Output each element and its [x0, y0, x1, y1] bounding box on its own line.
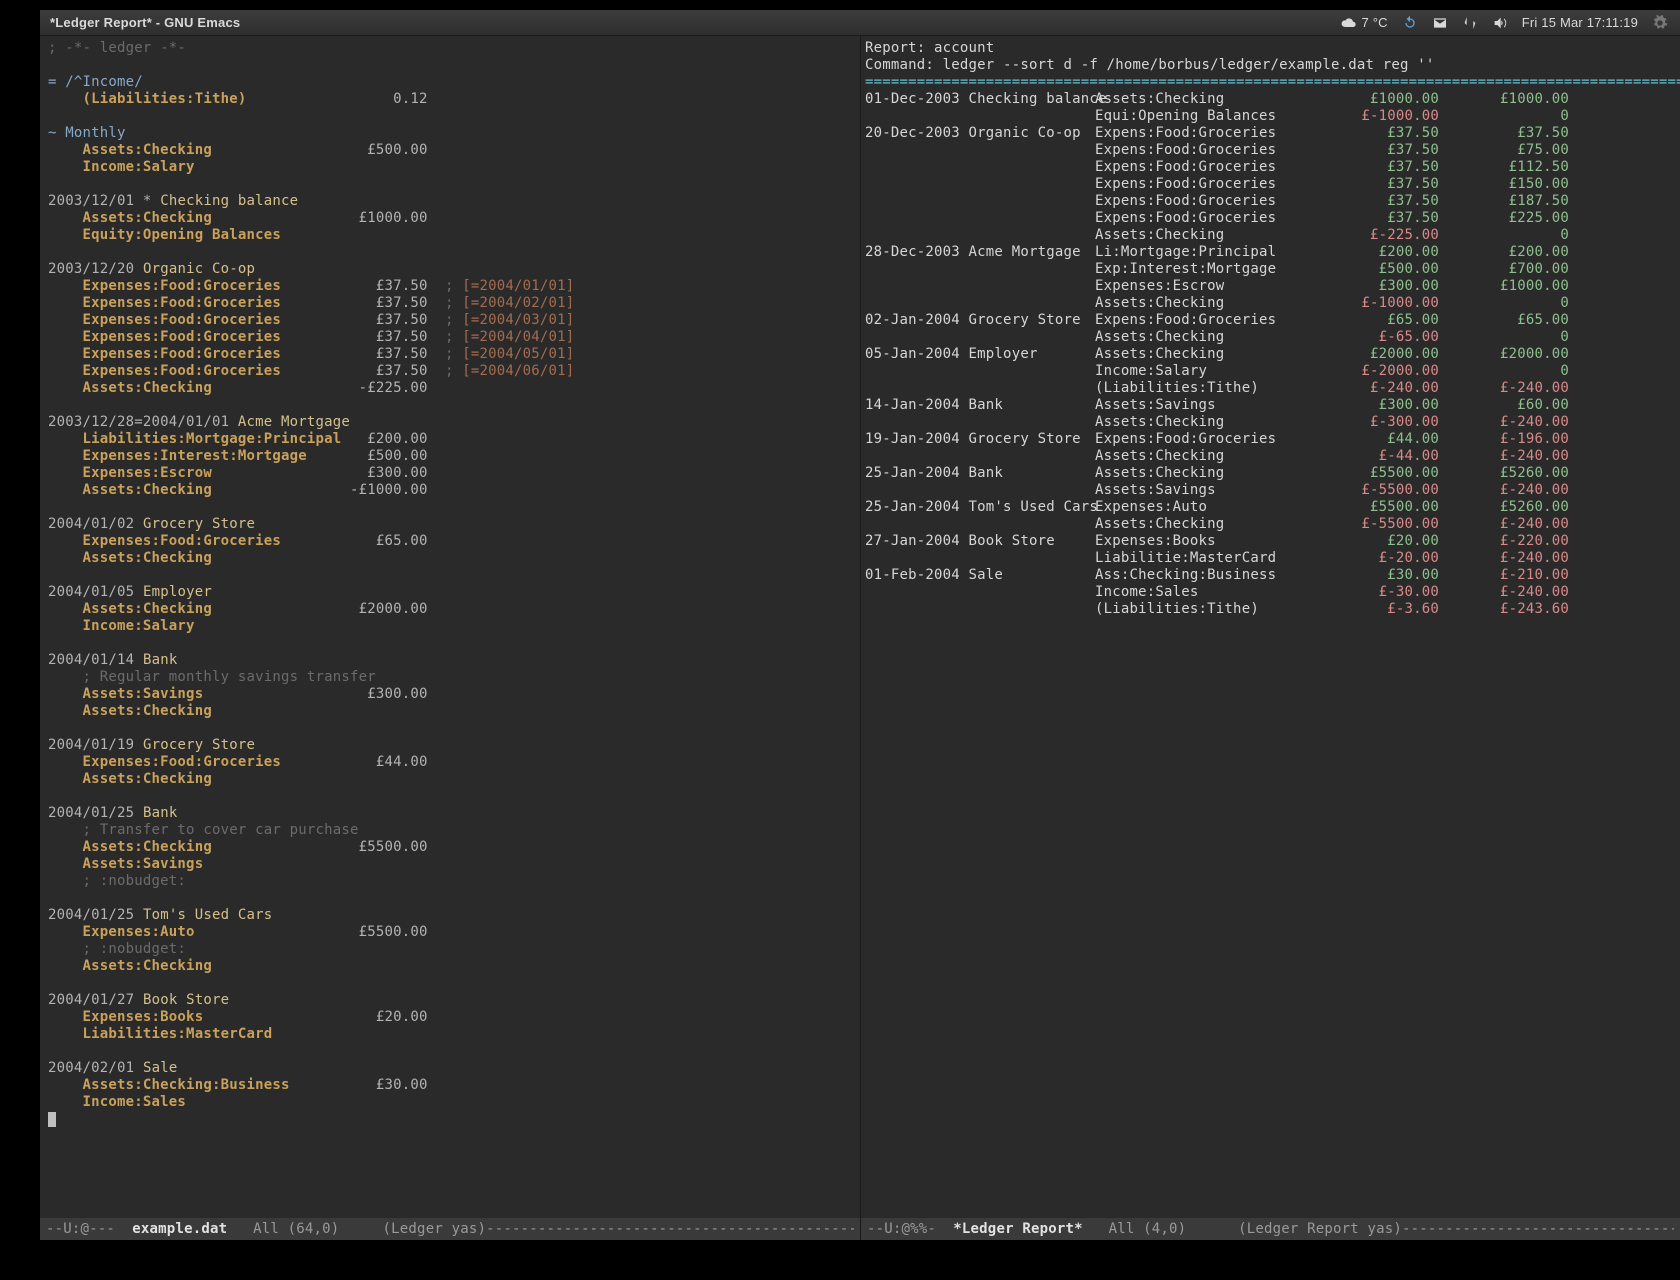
ledger-report-buffer[interactable]: Report: account Command: ledger --sort d… [861, 36, 1680, 622]
right-pane[interactable]: Report: account Command: ledger --sort d… [860, 36, 1680, 1240]
report-row: Assets:Checking£-300.00£-240.00 [865, 414, 1674, 431]
window-titlebar: *Ledger Report* - GNU Emacs 7 °C Fri 15 … [40, 10, 1680, 36]
settings-gear-icon[interactable] [1652, 15, 1668, 31]
network-icon[interactable] [1462, 15, 1478, 31]
text-cursor [48, 1112, 56, 1127]
system-tray: 7 °C Fri 15 Mar 17:11:19 [1341, 15, 1680, 31]
report-row: Income:Sales£-30.00£-240.00 [865, 584, 1674, 601]
report-row: Assets:Checking£-44.00£-240.00 [865, 448, 1674, 465]
report-row: Assets:Checking£-5500.00£-240.00 [865, 516, 1674, 533]
right-modeline: --U:@%%- *Ledger Report* All (4,0) (Ledg… [861, 1218, 1680, 1240]
emacs-frame: ; -*- ledger -*- = /^Income/ (Liabilitie… [40, 36, 1680, 1240]
report-row: Assets:Savings£-5500.00£-240.00 [865, 482, 1674, 499]
report-row: 14-Jan-2004 BankAssets:Savings£300.00£60… [865, 397, 1674, 414]
report-row: 20-Dec-2003 Organic Co-opExpens:Food:Gro… [865, 125, 1674, 142]
report-row: 25-Jan-2004 BankAssets:Checking£5500.00£… [865, 465, 1674, 482]
report-row: 19-Jan-2004 Grocery StoreExpens:Food:Gro… [865, 431, 1674, 448]
weather-indicator[interactable]: 7 °C [1341, 15, 1387, 31]
report-row: Exp:Interest:Mortgage£500.00£700.00 [865, 261, 1674, 278]
ledger-source-buffer[interactable]: ; -*- ledger -*- = /^Income/ (Liabilitie… [40, 36, 860, 1132]
left-buffer-name: example.dat [132, 1221, 227, 1237]
report-row: Expens:Food:Groceries£37.50£112.50 [865, 159, 1674, 176]
report-row: 01-Dec-2003 Checking balanceAssets:Check… [865, 91, 1674, 108]
refresh-icon[interactable] [1402, 15, 1418, 31]
clock[interactable]: Fri 15 Mar 17:11:19 [1522, 15, 1638, 30]
report-row: (Liabilities:Tithe)£-240.00£-240.00 [865, 380, 1674, 397]
report-row: 02-Jan-2004 Grocery StoreExpens:Food:Gro… [865, 312, 1674, 329]
report-row: 28-Dec-2003 Acme MortgageLi:Mortgage:Pri… [865, 244, 1674, 261]
report-row: Expens:Food:Groceries£37.50£150.00 [865, 176, 1674, 193]
volume-icon[interactable] [1492, 15, 1508, 31]
report-row: 01-Feb-2004 SaleAss:Checking:Business£30… [865, 567, 1674, 584]
report-row: (Liabilities:Tithe)£-3.60£-243.60 [865, 601, 1674, 618]
report-row: Expens:Food:Groceries£37.50£187.50 [865, 193, 1674, 210]
report-row: Assets:Checking£-225.000 [865, 227, 1674, 244]
report-row: Income:Salary£-2000.000 [865, 363, 1674, 380]
report-row: Expenses:Escrow£300.00£1000.00 [865, 278, 1674, 295]
left-pane[interactable]: ; -*- ledger -*- = /^Income/ (Liabilitie… [40, 36, 860, 1240]
report-row: Expens:Food:Groceries£37.50£75.00 [865, 142, 1674, 159]
right-buffer-name: *Ledger Report* [953, 1221, 1082, 1237]
report-row: Assets:Checking£-1000.000 [865, 295, 1674, 312]
mail-icon[interactable] [1432, 15, 1448, 31]
report-row: Expens:Food:Groceries£37.50£225.00 [865, 210, 1674, 227]
left-modeline: --U:@--- example.dat All (64,0) (Ledger … [40, 1218, 860, 1240]
report-row: 27-Jan-2004 Book StoreExpenses:Books£20.… [865, 533, 1674, 550]
report-row: 05-Jan-2004 EmployerAssets:Checking£2000… [865, 346, 1674, 363]
report-row: Equi:Opening Balances£-1000.000 [865, 108, 1674, 125]
window-title: *Ledger Report* - GNU Emacs [40, 15, 240, 30]
report-row: 25-Jan-2004 Tom's Used CarsExpenses:Auto… [865, 499, 1674, 516]
cloud-icon [1341, 15, 1357, 31]
report-row: Liabilitie:MasterCard£-20.00£-240.00 [865, 550, 1674, 567]
report-row: Assets:Checking£-65.000 [865, 329, 1674, 346]
